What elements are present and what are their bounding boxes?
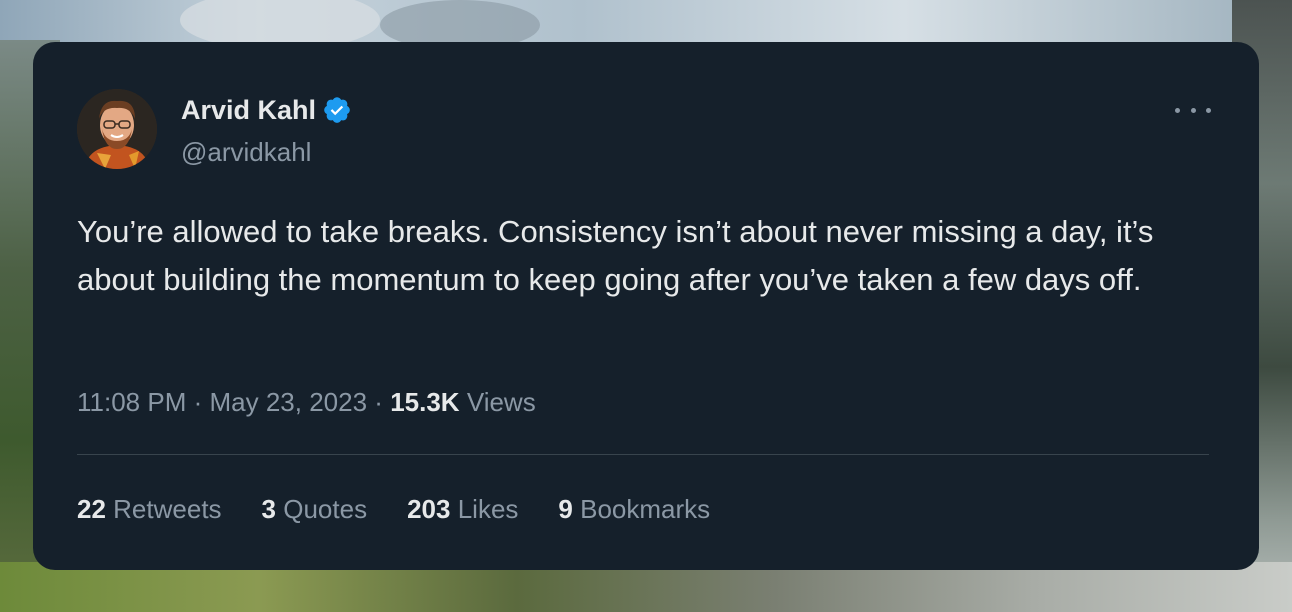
tweet-text: You’re allowed to take breaks. Consisten… <box>77 214 1154 297</box>
meta-separator: · <box>193 387 203 417</box>
divider <box>77 454 1209 455</box>
more-dot <box>1175 107 1180 113</box>
views-label: Views <box>466 387 536 417</box>
author-handle[interactable]: @arvidkahl <box>181 136 311 168</box>
stat-label: Retweets <box>113 494 222 524</box>
tweet-meta: 11:08 PM · May 23, 2023 · 15.3K Views <box>77 385 536 419</box>
meta-separator: · <box>374 387 383 417</box>
more-horizontal-icon[interactable] <box>1175 98 1211 122</box>
stat-bookmarks[interactable]: 9 Bookmarks <box>558 492 710 526</box>
stat-likes[interactable]: 203 Likes <box>407 492 518 526</box>
verified-badge-icon <box>322 95 352 125</box>
author-name[interactable]: Arvid Kahl <box>181 94 316 126</box>
stat-count: 203 <box>407 494 451 524</box>
avatar[interactable] <box>77 89 157 169</box>
author-name-row: Arvid Kahl <box>181 94 352 126</box>
stat-quotes[interactable]: 3 Quotes <box>262 492 368 526</box>
stat-label: Likes <box>457 494 519 524</box>
stat-count: 22 <box>77 494 106 524</box>
tweet-date[interactable]: May 23, 2023 <box>210 387 368 417</box>
stat-label: Quotes <box>283 494 368 524</box>
tweet-card: Arvid Kahl @arvidkahl You’re allowed to … <box>33 42 1259 570</box>
tweet-time[interactable]: 11:08 PM <box>77 387 186 417</box>
stat-retweets[interactable]: 22 Retweets <box>77 492 222 526</box>
engagement-stats: 22 Retweets 3 Quotes 203 Likes 9 Bookmar… <box>77 492 750 526</box>
views-count: 15.3K <box>390 387 460 417</box>
stat-count: 9 <box>558 494 573 524</box>
more-dot <box>1206 107 1211 113</box>
stat-count: 3 <box>261 494 277 524</box>
stat-label: Bookmarks <box>580 494 711 524</box>
more-dot <box>1190 107 1196 113</box>
